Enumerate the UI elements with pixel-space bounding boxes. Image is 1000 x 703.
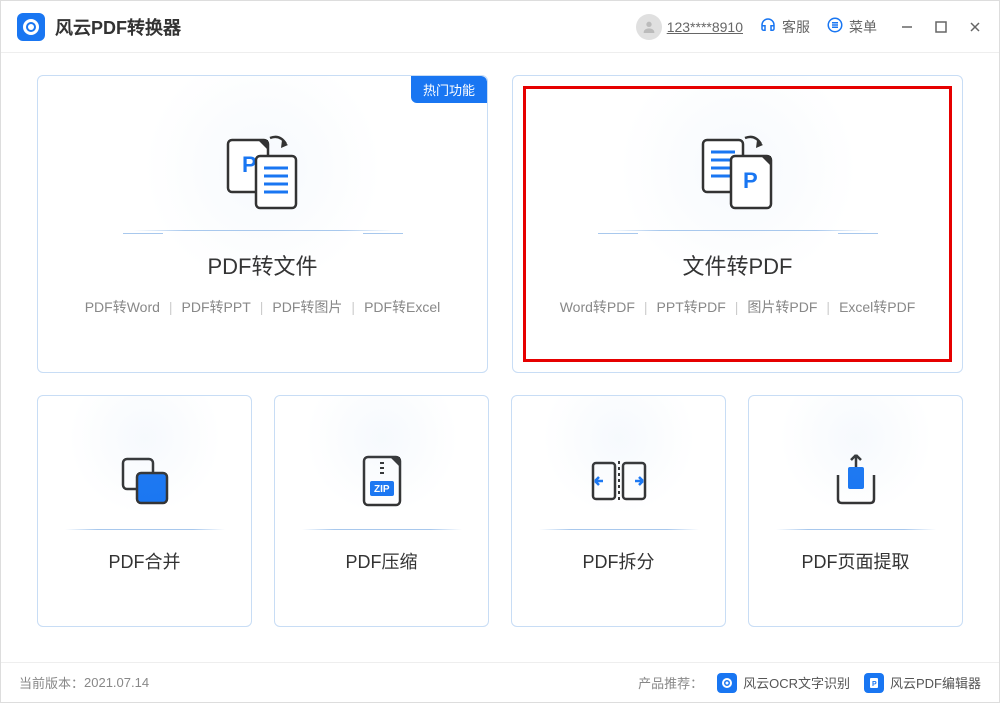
avatar-icon (636, 14, 662, 40)
user-id: 123****8910 (667, 19, 743, 35)
promo-editor[interactable]: P 风云PDF编辑器 (864, 673, 981, 693)
sub-item[interactable]: PDF转PPT (182, 297, 251, 317)
app-logo-icon (17, 13, 45, 41)
svg-text:P: P (242, 152, 257, 177)
card-pdf-compress[interactable]: ZIP PDF压缩 (274, 395, 489, 627)
divider-decoration (302, 529, 462, 530)
divider-decoration (133, 230, 393, 231)
extract-icon (824, 449, 888, 513)
card-pdf-split[interactable]: PDF拆分 (511, 395, 726, 627)
sub-item[interactable]: PDF转Excel (364, 297, 440, 317)
sub-item[interactable]: Excel转PDF (839, 297, 915, 317)
sub-item[interactable]: PDF转Word (85, 297, 160, 317)
window-controls (899, 19, 983, 35)
app-title: 风云PDF转换器 (55, 14, 181, 40)
sub-item[interactable]: PDF转图片 (272, 297, 342, 317)
close-button[interactable] (967, 19, 983, 35)
ocr-icon (717, 673, 737, 693)
card-file-to-pdf[interactable]: P 文件转PDF Word转PDF| PPT转PDF| 图片转PDF| Exce… (512, 75, 963, 373)
hot-badge: 热门功能 (411, 76, 487, 103)
card-subs: PDF转Word| PDF转PPT| PDF转图片| PDF转Excel (85, 297, 441, 317)
editor-icon: P (864, 673, 884, 693)
divider-decoration (608, 230, 868, 231)
support-label: 客服 (782, 17, 810, 37)
menu-label: 菜单 (849, 17, 877, 37)
svg-text:P: P (872, 681, 877, 688)
sub-item[interactable]: PPT转PDF (657, 297, 726, 317)
headset-icon (759, 16, 777, 37)
logo-wrap: 风云PDF转换器 (17, 13, 181, 41)
card-pdf-to-file[interactable]: 热门功能 P PDF转文件 PDF转Word| (37, 75, 488, 373)
main-content: 热门功能 P PDF转文件 PDF转Word| (1, 53, 999, 662)
divider-decoration (539, 529, 699, 530)
small-cards-row: PDF合并 ZIP PDF压缩 (37, 395, 963, 627)
promo-name: 风云OCR文字识别 (743, 673, 850, 692)
card-title: PDF压缩 (346, 548, 418, 574)
card-pdf-extract[interactable]: PDF页面提取 (748, 395, 963, 627)
version-label: 当前版本： (19, 673, 84, 692)
card-title: PDF拆分 (583, 548, 655, 574)
menu-button[interactable]: 菜单 (826, 16, 877, 37)
card-title: 文件转PDF (682, 249, 792, 281)
promo-ocr[interactable]: 风云OCR文字识别 (717, 673, 850, 693)
minimize-button[interactable] (899, 19, 915, 35)
divider-decoration (776, 529, 936, 530)
maximize-button[interactable] (933, 19, 949, 35)
titlebar: 风云PDF转换器 123****8910 客服 菜单 (1, 1, 999, 53)
card-subs: Word转PDF| PPT转PDF| 图片转PDF| Excel转PDF (560, 297, 916, 317)
pdf-to-file-icon: P (218, 132, 308, 212)
promo-name: 风云PDF编辑器 (890, 673, 981, 692)
card-title: PDF转文件 (207, 249, 317, 281)
footer-right: 产品推荐： 风云OCR文字识别 P 风云PDF编辑器 (638, 673, 981, 693)
file-to-pdf-icon: P (693, 132, 783, 212)
svg-text:ZIP: ZIP (374, 484, 390, 495)
svg-text:P: P (743, 168, 758, 193)
divider-decoration (65, 529, 225, 530)
merge-icon (113, 449, 177, 513)
sub-item[interactable]: Word转PDF (560, 297, 635, 317)
footer: 当前版本： 2021.07.14 产品推荐： 风云OCR文字识别 P 风云PDF… (1, 662, 999, 702)
card-pdf-merge[interactable]: PDF合并 (37, 395, 252, 627)
version-value: 2021.07.14 (84, 675, 149, 690)
user-account[interactable]: 123****8910 (636, 14, 743, 40)
titlebar-right: 123****8910 客服 菜单 (636, 14, 983, 40)
split-icon (587, 449, 651, 513)
card-title: PDF页面提取 (802, 548, 910, 574)
support-button[interactable]: 客服 (759, 16, 810, 37)
promo-label: 产品推荐： (638, 673, 703, 692)
large-cards-row: 热门功能 P PDF转文件 PDF转Word| (37, 75, 963, 373)
menu-icon (826, 16, 844, 37)
sub-item[interactable]: 图片转PDF (747, 297, 817, 317)
card-title: PDF合并 (109, 548, 181, 574)
zip-icon: ZIP (350, 449, 414, 513)
